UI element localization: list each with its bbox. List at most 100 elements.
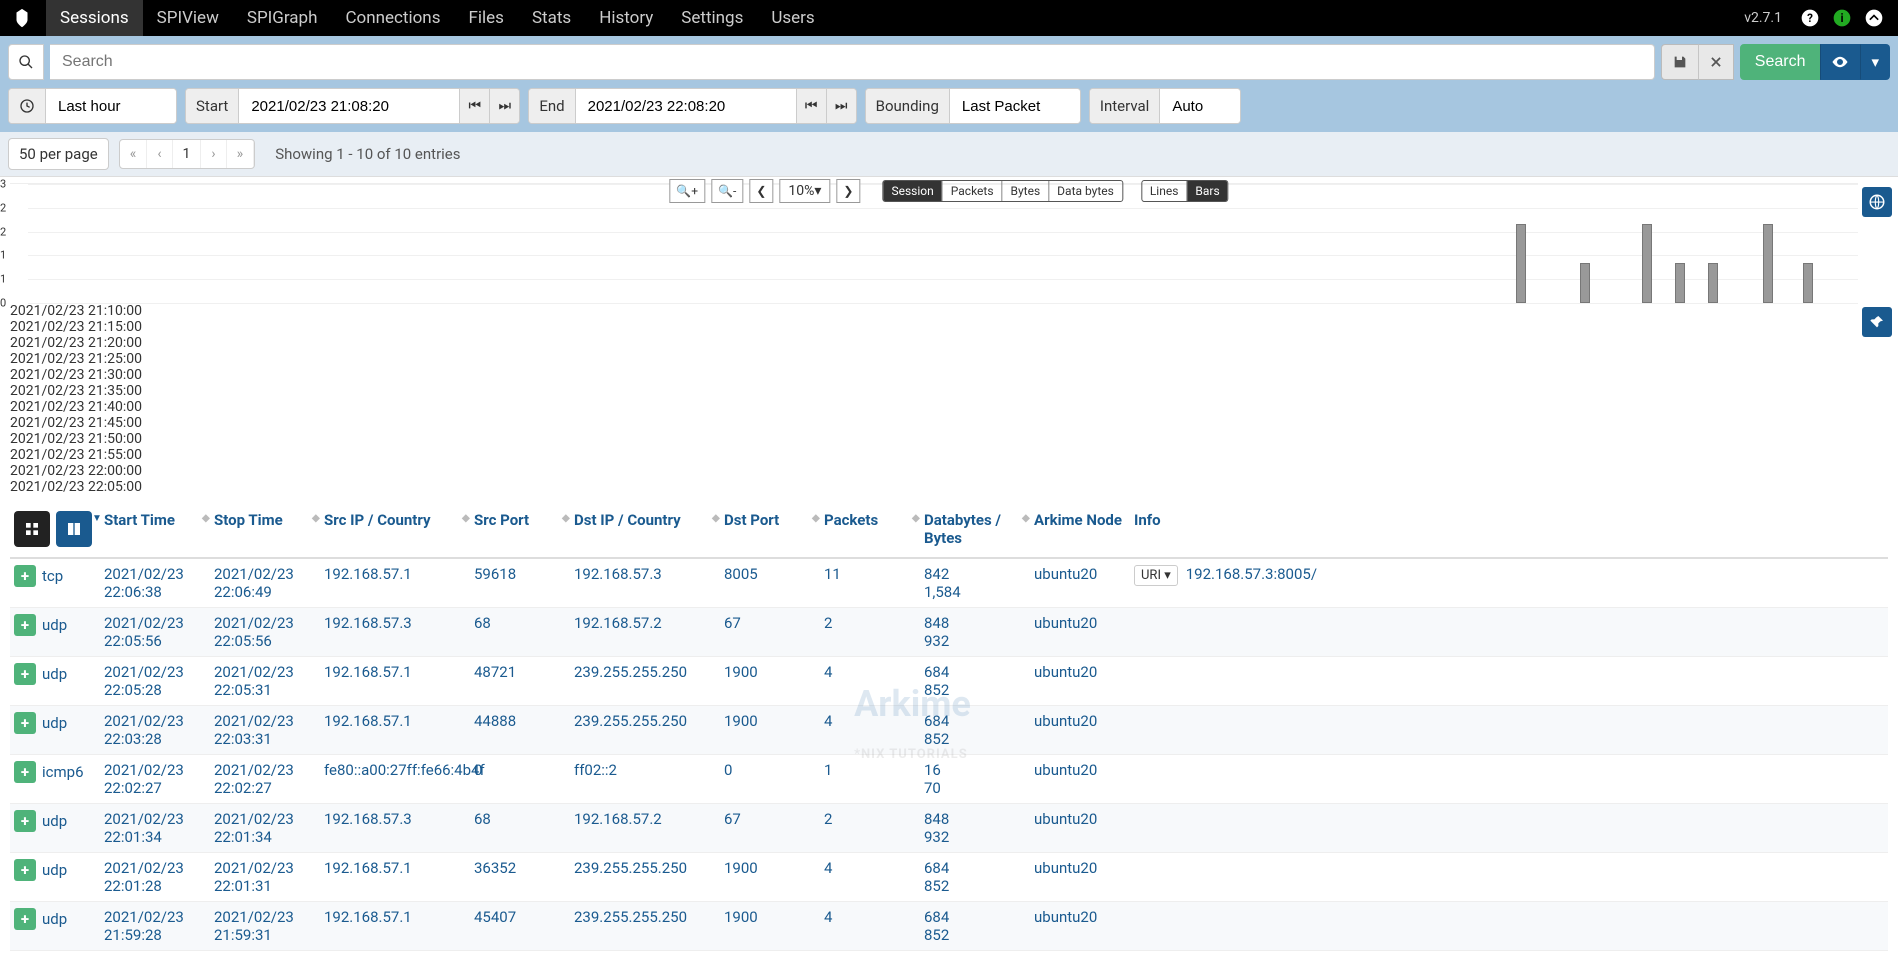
cell[interactable] <box>1130 657 1888 706</box>
metric-bytes[interactable]: Bytes <box>1003 181 1050 201</box>
start-prev-button[interactable]: ⏮ <box>459 89 489 123</box>
cell[interactable]: ubuntu20 <box>1030 657 1130 706</box>
cell[interactable]: ubuntu20 <box>1030 902 1130 951</box>
style-lines[interactable]: Lines <box>1142 181 1188 201</box>
cell[interactable]: 2021/02/2322:02:27 <box>100 755 210 804</box>
col-dst-ip[interactable]: ◆Dst IP / Country <box>570 505 720 558</box>
cell[interactable]: 2021/02/2322:05:28 <box>100 657 210 706</box>
chart-bar[interactable] <box>1708 263 1718 303</box>
cell[interactable] <box>1130 608 1888 657</box>
nav-spiview[interactable]: SPIView <box>143 0 233 36</box>
cell[interactable]: 2021/02/2322:01:34 <box>100 804 210 853</box>
end-next-button[interactable]: ⏭ <box>826 89 856 123</box>
cell[interactable]: 1 <box>820 755 920 804</box>
cell[interactable]: URI ▾192.168.57.3:8005/ <box>1130 558 1888 608</box>
col-src-ip[interactable]: ◆Src IP / Country <box>320 505 470 558</box>
expand-row-button[interactable]: + <box>14 565 36 587</box>
col-node[interactable]: ◆Arkime Node <box>1030 505 1130 558</box>
cell[interactable]: 2 <box>820 804 920 853</box>
cell[interactable]: 67 <box>720 804 820 853</box>
cell[interactable]: 684852 <box>920 657 1030 706</box>
cell[interactable]: 684852 <box>920 706 1030 755</box>
cell[interactable]: 1900 <box>720 657 820 706</box>
nav-sessions[interactable]: Sessions <box>46 0 143 36</box>
info-field-select[interactable]: URI ▾ <box>1134 565 1178 586</box>
cell[interactable]: 1900 <box>720 853 820 902</box>
cell[interactable]: 192.168.57.1 <box>320 902 470 951</box>
cell[interactable]: 45407 <box>470 902 570 951</box>
cell[interactable]: 192.168.57.1 <box>320 558 470 608</box>
cell[interactable]: ubuntu20 <box>1030 853 1130 902</box>
expand-row-button[interactable]: + <box>14 663 36 685</box>
cell[interactable] <box>1130 755 1888 804</box>
zoom-in-icon[interactable]: 🔍+ <box>669 179 705 203</box>
cell[interactable]: 848932 <box>920 608 1030 657</box>
cell[interactable] <box>1130 804 1888 853</box>
metric-data-bytes[interactable]: Data bytes <box>1049 181 1122 201</box>
pager-next[interactable]: › <box>201 140 226 168</box>
bounding-value[interactable] <box>950 89 1080 123</box>
pager-prev[interactable]: ‹ <box>147 140 172 168</box>
cell[interactable]: ubuntu20 <box>1030 755 1130 804</box>
nav-connections[interactable]: Connections <box>331 0 454 36</box>
chart-next-button[interactable]: ❯ <box>836 179 860 203</box>
cell[interactable]: ff02::2 <box>570 755 720 804</box>
pager-last[interactable]: » <box>227 140 255 168</box>
interval-group[interactable]: Interval <box>1089 88 1241 124</box>
cell[interactable]: 2021/02/2322:03:28 <box>100 706 210 755</box>
cell[interactable]: 8421,584 <box>920 558 1030 608</box>
protocol[interactable]: udp <box>42 616 67 634</box>
pager-first[interactable]: « <box>120 140 148 168</box>
cell[interactable]: 4 <box>820 902 920 951</box>
expand-row-button[interactable]: + <box>14 614 36 636</box>
cell[interactable]: fe80::a00:27ff:fe66:4b4f <box>320 755 470 804</box>
clear-search-button[interactable] <box>1698 44 1734 80</box>
chart-bar[interactable] <box>1763 224 1773 303</box>
cell[interactable]: 67 <box>720 608 820 657</box>
cell[interactable]: 2021/02/2322:01:31 <box>210 853 320 902</box>
cell[interactable]: 239.255.255.250 <box>570 706 720 755</box>
cell[interactable]: 8005 <box>720 558 820 608</box>
cell[interactable]: 192.168.57.3 <box>320 608 470 657</box>
nav-spigraph[interactable]: SPIGraph <box>233 0 332 36</box>
expand-row-button[interactable]: + <box>14 908 36 930</box>
col-dst-port[interactable]: ◆Dst Port <box>720 505 820 558</box>
cell[interactable]: 11 <box>820 558 920 608</box>
metric-session[interactable]: Session <box>883 181 942 201</box>
chart-bar[interactable] <box>1642 224 1652 303</box>
chart-bar[interactable] <box>1675 263 1685 303</box>
cell[interactable]: 239.255.255.250 <box>570 657 720 706</box>
pager-page-1[interactable]: 1 <box>173 140 202 168</box>
cell[interactable]: ubuntu20 <box>1030 608 1130 657</box>
cell[interactable]: 848932 <box>920 804 1030 853</box>
cell[interactable]: 2021/02/2322:05:56 <box>210 608 320 657</box>
cell[interactable] <box>1130 853 1888 902</box>
view-toggle-button[interactable] <box>1820 44 1860 80</box>
map-button[interactable] <box>1862 187 1892 217</box>
search-input[interactable] <box>50 44 1655 80</box>
cell[interactable]: 239.255.255.250 <box>570 902 720 951</box>
col-start-time[interactable]: ▼Start Time <box>100 505 210 558</box>
nav-settings[interactable]: Settings <box>667 0 757 36</box>
cell[interactable]: 2021/02/2322:02:27 <box>210 755 320 804</box>
chart-prev-button[interactable]: ❮ <box>749 179 773 203</box>
protocol[interactable]: udp <box>42 910 67 928</box>
cell[interactable]: 192.168.57.2 <box>570 608 720 657</box>
interval-value[interactable] <box>1160 89 1240 123</box>
cell[interactable] <box>1130 706 1888 755</box>
col-src-port[interactable]: ◆Src Port <box>470 505 570 558</box>
cell[interactable]: 1670 <box>920 755 1030 804</box>
help-icon[interactable]: ? <box>1798 6 1822 30</box>
cell[interactable]: 684852 <box>920 853 1030 902</box>
style-bars[interactable]: Bars <box>1187 181 1227 201</box>
cell[interactable]: ubuntu20 <box>1030 706 1130 755</box>
cell[interactable]: 2021/02/2322:06:49 <box>210 558 320 608</box>
end-time-input[interactable] <box>576 89 796 123</box>
cell[interactable]: 4 <box>820 706 920 755</box>
cell[interactable]: 68 <box>470 804 570 853</box>
search-options-dropdown[interactable]: ▾ <box>1860 44 1890 80</box>
protocol[interactable]: icmp6 <box>42 763 84 781</box>
cell[interactable]: 2021/02/2322:01:28 <box>100 853 210 902</box>
col-stop-time[interactable]: ◆Stop Time <box>210 505 320 558</box>
nav-stats[interactable]: Stats <box>518 0 585 36</box>
